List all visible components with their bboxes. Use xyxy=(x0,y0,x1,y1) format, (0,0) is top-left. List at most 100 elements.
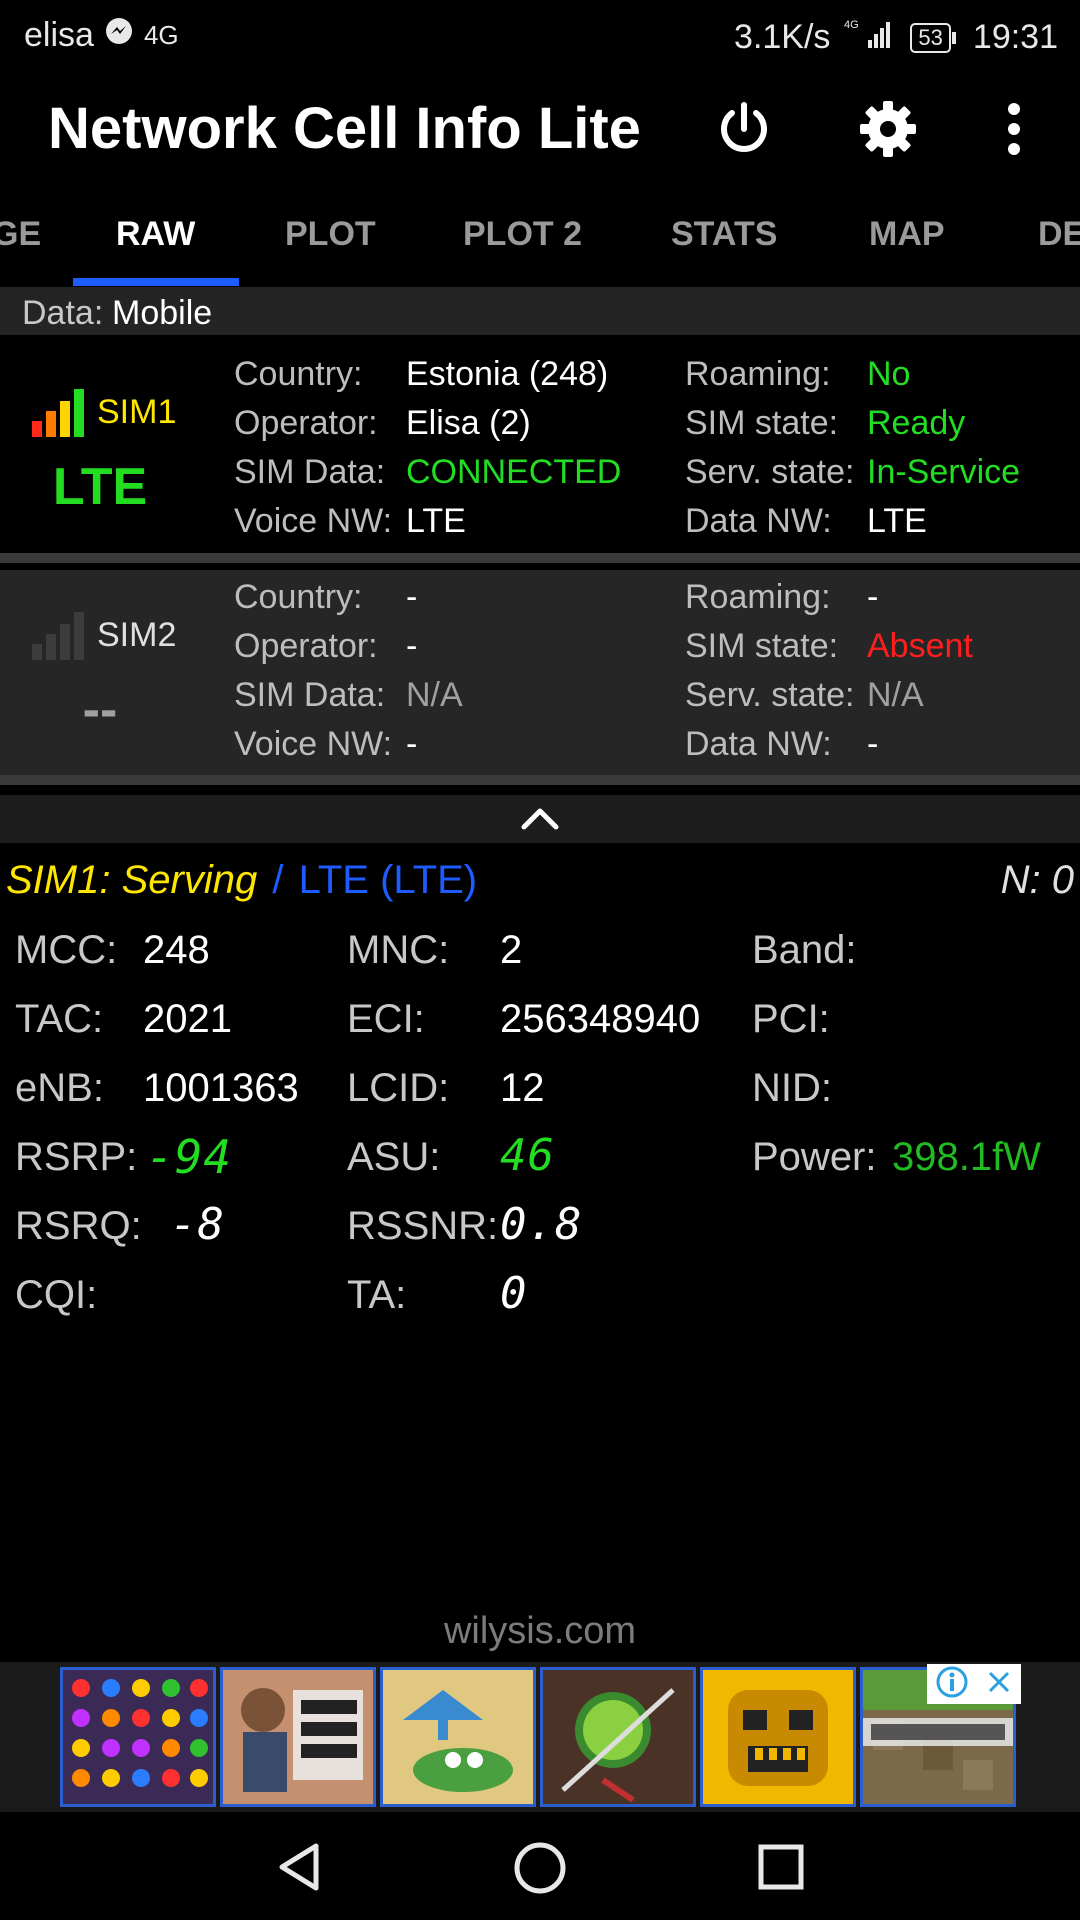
ad-choices[interactable] xyxy=(927,1664,1021,1704)
mcc-key: MCC: xyxy=(15,928,118,972)
asu-key: ASU: xyxy=(347,1135,441,1179)
tac-key: TAC: xyxy=(15,997,104,1041)
sim1-simstate-key: SIM state: xyxy=(685,404,839,442)
sim2-operator-value: - xyxy=(406,627,418,665)
close-ad-icon[interactable] xyxy=(984,1667,1014,1702)
sim1-operator-value: Elisa (2) xyxy=(406,404,531,442)
sim1-country-value: Estonia (248) xyxy=(406,355,609,393)
tab-bar: GE RAW PLOT PLOT 2 STATS MAP DE xyxy=(0,185,1080,287)
rsrq-value: -8 xyxy=(170,1199,225,1250)
ad-banner[interactable] xyxy=(0,1662,1080,1812)
pci-key: PCI: xyxy=(752,997,830,1041)
chevron-up-icon xyxy=(520,801,560,837)
serving-tech: LTE (LTE) xyxy=(298,858,478,902)
back-icon[interactable] xyxy=(272,1840,326,1899)
rssnr-value: 0.8 xyxy=(500,1199,583,1250)
svg-text:4G: 4G xyxy=(844,19,859,31)
tab-plot[interactable]: PLOT xyxy=(285,215,376,254)
status-bar: elisa 4G 3.1K/s 4G 53 19:31 xyxy=(0,0,1080,75)
tab-stats[interactable]: STATS xyxy=(671,215,777,254)
sim2-simstate-value: Absent xyxy=(867,627,973,665)
sim1-simstate-value: Ready xyxy=(867,404,966,442)
cqi-key: CQI: xyxy=(15,1273,98,1317)
sim1-voicenw-key: Voice NW: xyxy=(234,502,393,540)
battery-icon: 53 xyxy=(910,22,957,53)
sim1-panel[interactable]: SIM1 LTE Country: Estonia (248) Operator… xyxy=(0,337,1080,549)
sim1-roaming-value: No xyxy=(867,355,911,393)
active-tab-indicator xyxy=(73,278,239,286)
carrier-label: elisa xyxy=(24,16,94,54)
asu-value: 46 xyxy=(500,1130,555,1181)
data-label: Data: xyxy=(22,294,104,332)
status-right: 3.1K/s 4G 53 19:31 xyxy=(734,16,1058,59)
ad-tile-gta[interactable] xyxy=(220,1667,376,1807)
nid-key: NID: xyxy=(752,1066,832,1110)
enb-value: 1001363 xyxy=(143,1066,299,1110)
sim2-panel[interactable]: SIM2 -- Country: - Operator: - SIM Data:… xyxy=(0,570,1080,782)
sim1-tech: LTE xyxy=(52,458,148,516)
eci-value: 256348940 xyxy=(500,997,701,1041)
overflow-menu-icon[interactable] xyxy=(978,93,1050,165)
sim1-roaming-key: Roaming: xyxy=(685,355,831,393)
band-key: Band: xyxy=(752,928,857,972)
power-value: 398.1fW xyxy=(892,1135,1041,1179)
home-icon[interactable] xyxy=(512,1840,568,1901)
recents-icon[interactable] xyxy=(756,1842,806,1897)
sim2-name: SIM2 xyxy=(97,616,177,654)
rsrp-value: -94 xyxy=(146,1130,233,1184)
ta-value: 0 xyxy=(500,1268,528,1319)
speed-label: 3.1K/s xyxy=(734,18,831,56)
tab-plot-2[interactable]: PLOT 2 xyxy=(463,215,582,254)
sim2-datanw-value: - xyxy=(867,725,879,763)
status-left: elisa 4G xyxy=(24,16,179,55)
neighbor-count: N: 0 xyxy=(1000,858,1074,902)
collapse-toggle[interactable] xyxy=(0,795,1080,843)
cell-info-grid: MCC: 248 TAC: 2021 eNB: 1001363 RSRP: -9… xyxy=(0,920,1080,1340)
sim2-datanw-key: Data NW: xyxy=(685,725,832,763)
sim2-servstate-value: N/A xyxy=(867,676,924,714)
sim2-country-key: Country: xyxy=(234,578,363,616)
signal-bars-icon xyxy=(30,387,90,444)
app-bar: Network Cell Info Lite xyxy=(0,75,1080,185)
ad-tile-candy-crush[interactable] xyxy=(60,1667,216,1807)
data-value: Mobile xyxy=(112,294,213,332)
mcc-value: 248 xyxy=(143,928,210,972)
mnc-key: MNC: xyxy=(347,928,450,972)
sim2-simdata-value: N/A xyxy=(406,676,463,714)
signal-icon: 4G xyxy=(844,16,896,59)
eci-key: ECI: xyxy=(347,997,425,1041)
sim1-name: SIM1 xyxy=(97,393,177,431)
serving-cell-header: SIM1: Serving / LTE (LTE) xyxy=(6,858,477,903)
sim2-voicenw-value: - xyxy=(406,725,418,763)
ad-tile-wheres-my-water[interactable] xyxy=(380,1667,536,1807)
sim1-servstate-key: Serv. state: xyxy=(685,453,855,491)
tac-value: 2021 xyxy=(143,997,232,1041)
ad-tile-fruit-ninja[interactable] xyxy=(540,1667,696,1807)
rsrp-key: RSRP: xyxy=(15,1135,138,1179)
power-key: Power: xyxy=(752,1135,877,1179)
watermark: wilysis.com xyxy=(443,1610,637,1652)
app-title: Network Cell Info Lite xyxy=(48,96,641,161)
sim1-datanw-value: LTE xyxy=(867,502,927,540)
sim2-voicenw-key: Voice NW: xyxy=(234,725,393,763)
settings-gear-icon[interactable] xyxy=(852,93,924,165)
tab-map[interactable]: MAP xyxy=(869,215,945,254)
sim2-operator-key: Operator: xyxy=(234,627,378,665)
ad-tile-temple-run[interactable] xyxy=(700,1667,856,1807)
tab-ge[interactable]: GE xyxy=(0,215,41,254)
tab-raw[interactable]: RAW xyxy=(116,215,195,254)
messenger-icon xyxy=(104,16,134,55)
sim2-servstate-key: Serv. state: xyxy=(685,676,855,714)
sim2-tech: -- xyxy=(82,681,118,739)
data-connection-row: Data: Mobile xyxy=(0,287,1080,335)
sim2-country-value: - xyxy=(406,578,418,616)
mnc-value: 2 xyxy=(500,928,523,972)
power-icon[interactable] xyxy=(708,93,780,165)
sim1-servstate-value: In-Service xyxy=(867,453,1021,491)
lcid-key: LCID: xyxy=(347,1066,450,1110)
info-icon[interactable] xyxy=(935,1665,969,1704)
tab-de[interactable]: DE xyxy=(1038,215,1080,254)
signal-bars-empty-icon xyxy=(30,610,90,667)
sim1-operator-key: Operator: xyxy=(234,404,378,442)
lcid-value: 12 xyxy=(500,1066,545,1110)
